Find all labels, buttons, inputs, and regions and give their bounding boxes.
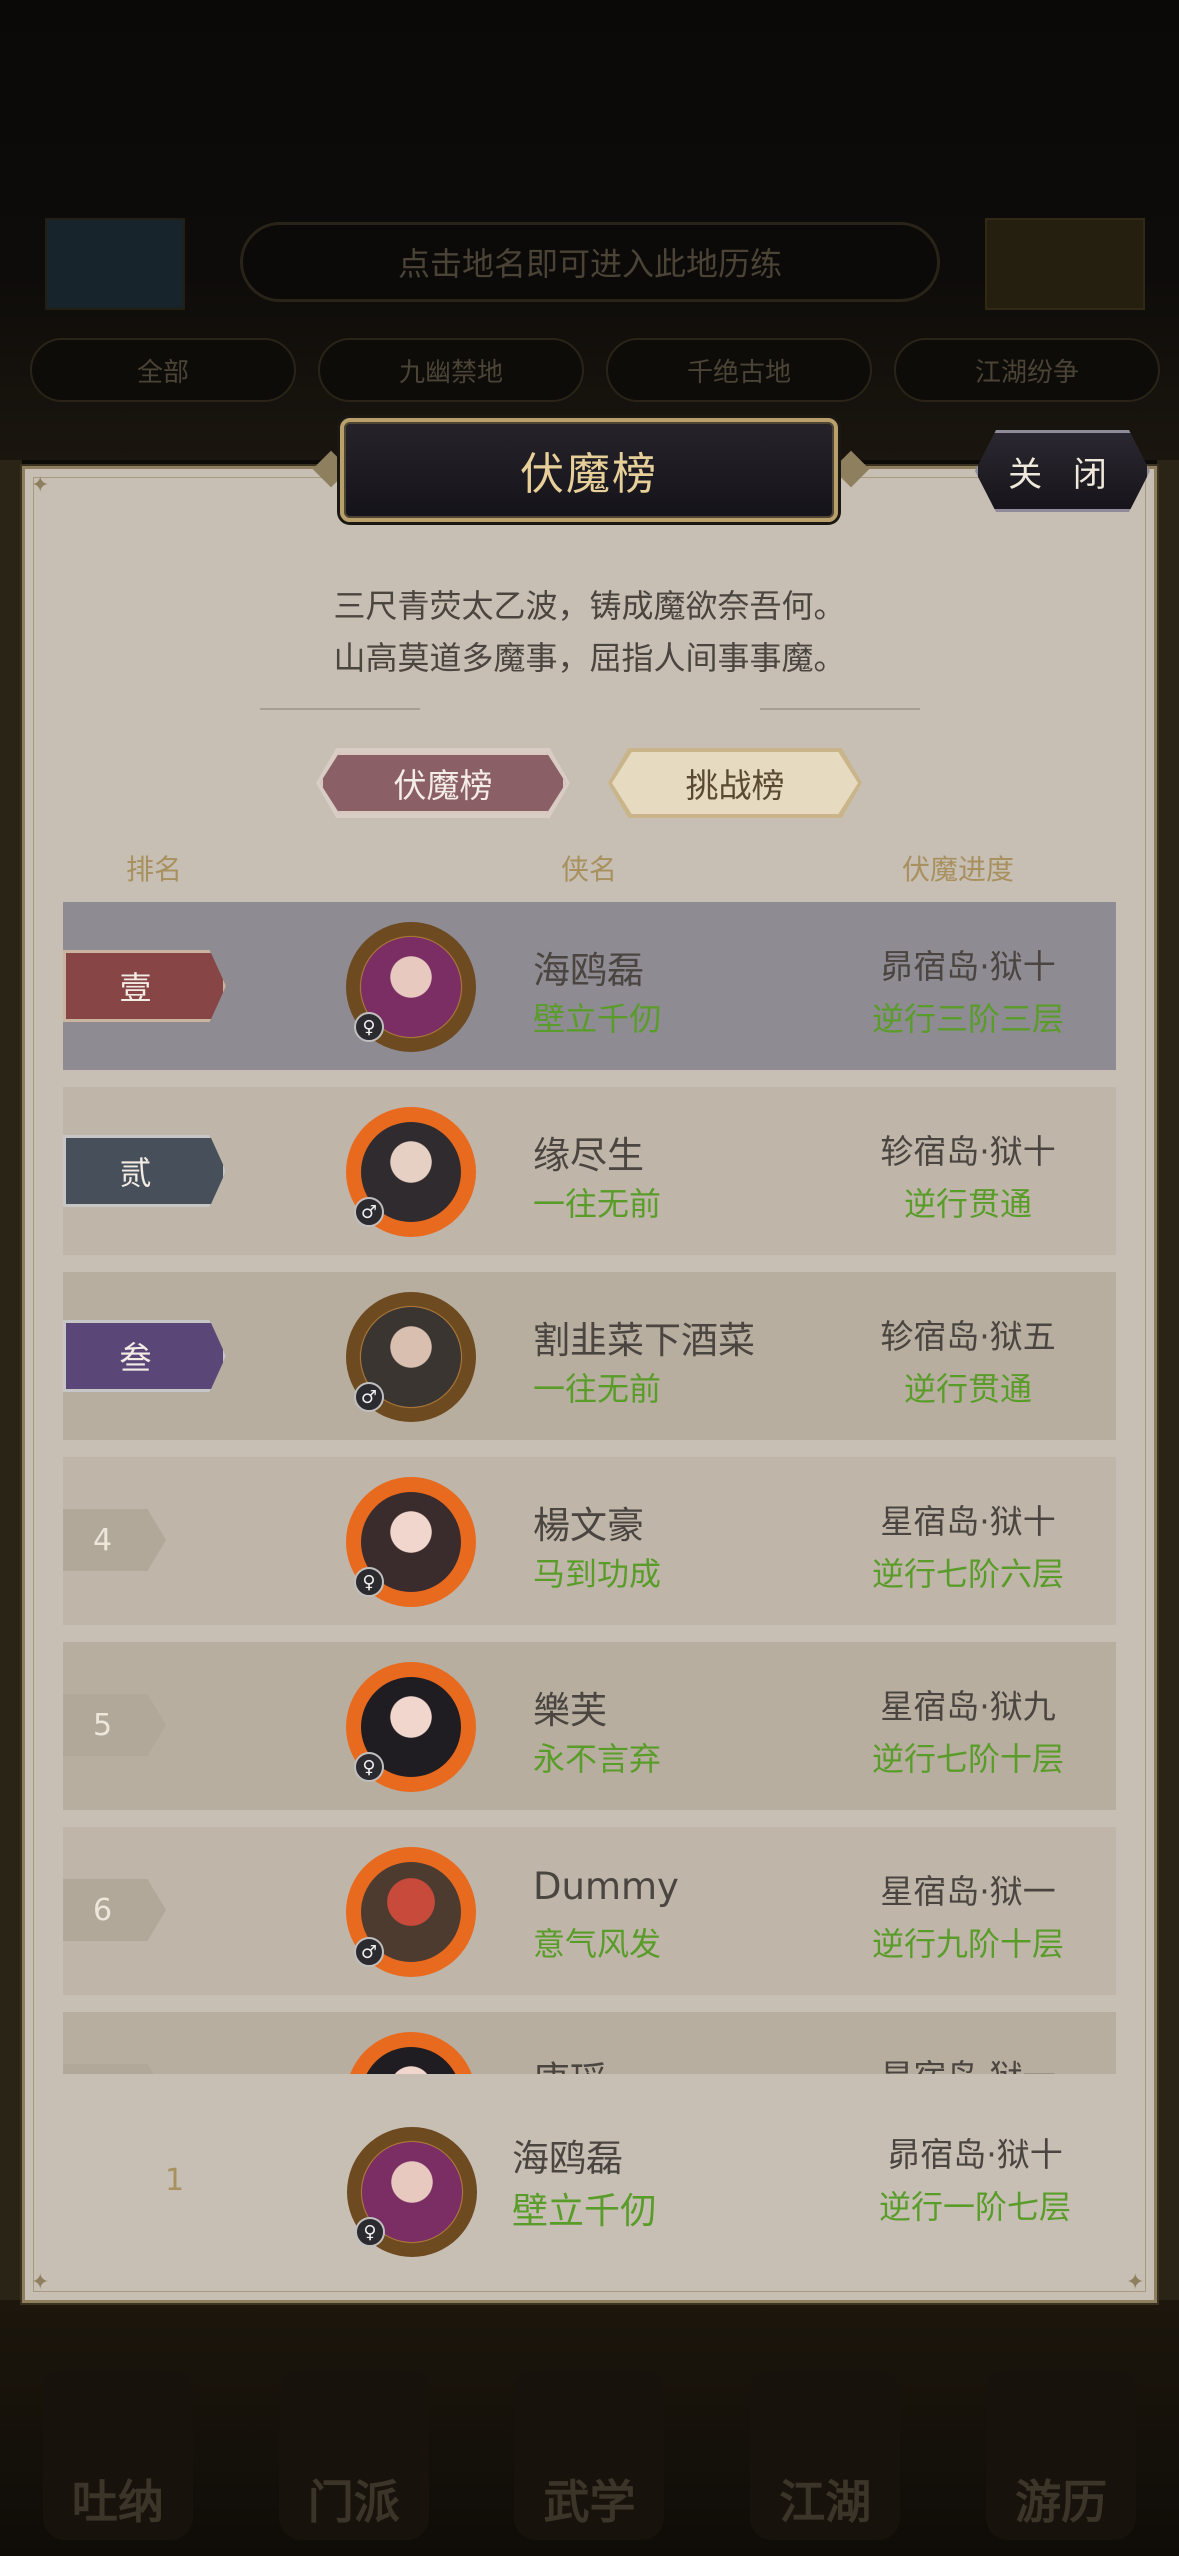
poem: 三尺青荧太乙波，铸成魔欲奈吾何。 山高莫道多魔事，屈指人间事事魔。 [0,580,1179,684]
divider [260,708,420,710]
leaderboard-row[interactable]: 叁 ♂ 割韭菜下酒菜 一往无前 轸宿岛·狱五 逆行贯通 [63,1272,1116,1440]
poem-line-2: 山高莫道多魔事，屈指人间事事魔。 [333,639,846,677]
leaderboard-row[interactable]: 贰 ♂ 缘尽生 一往无前 轸宿岛·狱十 逆行贯通 [63,1087,1116,1255]
progress-location: 轸宿岛·狱十 [880,1132,1056,1171]
poem-line-1: 三尺青荧太乙波，铸成魔欲奈吾何。 [333,587,846,625]
leaderboard-row[interactable]: 5 ♀ 樂芙 永不言弃 星宿岛·狱九 逆行七阶十层 [63,1642,1116,1810]
progress-location: 星宿岛·狱九 [880,1687,1056,1726]
my-avatar[interactable]: ♀ [347,2127,477,2257]
player-name: 割韭菜下酒菜 [533,1319,755,1362]
nav-wuxue: 武学 [514,2370,665,2540]
female-icon: ♀ [354,1012,384,1042]
my-progress-location: 昴宿岛·狱十 [887,2135,1063,2174]
background-filter-jiuyou: 九幽禁地 [318,338,584,402]
player-name: 海鸥磊 [533,949,644,992]
player-name: 樂芙 [533,1689,607,1732]
player-title: 壁立千仞 [533,1000,662,1038]
nav-youli: 游历 [986,2370,1137,2540]
leaderboard-row[interactable]: 唐瑶 星宿岛·狱一 [63,2012,1116,2074]
player-name: 楊文豪 [533,1504,644,1547]
close-button[interactable]: 关 闭 [975,430,1150,512]
rank-badge: 叁 [63,1320,226,1392]
my-progress-level: 逆行一阶七层 [878,2188,1071,2226]
leaderboard-row[interactable]: 6 ♂ Dummy 意气风发 星宿岛·狱一 逆行九阶十层 [63,1827,1116,1995]
background-filter-all: 全部 [30,338,296,402]
player-avatar[interactable]: ♀ [346,1662,476,1792]
progress-level: 逆行九阶十层 [871,1925,1064,1963]
male-icon: ♂ [354,1197,384,1227]
dialog-title: 伏魔榜 [340,418,838,522]
progress-level: 逆行七阶六层 [871,1555,1064,1593]
player-avatar[interactable]: ♂ [346,1107,476,1237]
background-nav-bar: 吐纳 门派 武学 江湖 游历 [0,2370,1179,2556]
rank-badge: 壹 [63,950,226,1022]
background-side-left [0,460,22,2310]
my-rank-row: 1 ♀ 海鸥磊 壁立千仞 昴宿岛·狱十 逆行一阶七层 [40,2075,1139,2290]
leaderboard-list[interactable]: 壹 ♀ 海鸥磊 壁立千仞 昴宿岛·狱十 逆行三阶三层 贰 ♂ 缘尽生 一往无前 … [63,902,1116,2074]
avatar-portrait [361,2047,461,2074]
progress-location: 星宿岛·狱一 [880,1872,1056,1911]
dialog-title-text: 伏魔榜 [520,449,658,500]
rank-number: 4 [63,1509,166,1571]
background-filter-jianghu: 江湖纷争 [894,338,1160,402]
male-icon: ♂ [354,1937,384,1967]
player-title: 意气风发 [533,1925,662,1963]
player-name: 唐瑶 [533,2050,607,2074]
player-avatar[interactable]: ♀ [346,1477,476,1607]
progress-location: 星宿岛·狱一 [833,2050,1103,2074]
my-rank-number: 1 [165,2163,185,2198]
male-icon: ♂ [354,1382,384,1412]
column-header-name: 侠名 [561,853,618,886]
player-name: 缘尽生 [533,1134,644,1177]
background-filter-qianjue: 千绝古地 [606,338,872,402]
my-player-name: 海鸥磊 [512,2137,623,2180]
column-header-rank: 排名 [126,853,183,886]
close-button-label: 关 闭 [1008,454,1117,495]
female-icon: ♀ [355,2217,385,2247]
tab-fumo-board[interactable]: 伏魔榜 [320,752,566,814]
player-avatar[interactable]: ♂ [346,1292,476,1422]
column-header-progress: 伏魔进度 [902,853,1015,886]
background-side-right [1157,460,1179,2310]
player-title: 一往无前 [533,1370,662,1408]
player-title: 一往无前 [533,1185,662,1223]
nav-tuna: 吐纳 [42,2370,193,2540]
progress-level: 逆行三阶三层 [871,1000,1064,1038]
corner-ornament-icon: ✦ [31,473,50,498]
rank-number: 6 [63,1879,166,1941]
my-player-title: 壁立千仞 [512,2191,657,2232]
progress-location: 昴宿岛·狱十 [880,947,1056,986]
leaderboard-row[interactable]: 壹 ♀ 海鸥磊 壁立千仞 昴宿岛·狱十 逆行三阶三层 [63,902,1116,1070]
progress-level: 逆行七阶十层 [871,1740,1064,1778]
player-name: Dummy [533,1865,679,1908]
player-title: 马到功成 [533,1555,662,1593]
background-filter-bar: 全部 九幽禁地 千绝古地 江湖纷争 [30,338,1160,402]
background-banner-left [45,218,185,310]
progress-location: 星宿岛·狱十 [880,1502,1056,1541]
nav-menpai: 门派 [278,2370,429,2540]
leaderboard-row[interactable]: 4 ♀ 楊文豪 马到功成 星宿岛·狱十 逆行七阶六层 [63,1457,1116,1625]
player-title: 永不言弃 [533,1740,662,1778]
tab-challenge-board[interactable]: 挑战榜 [612,752,858,814]
player-avatar[interactable]: ♂ [346,1847,476,1977]
female-icon: ♀ [354,1567,384,1597]
divider [760,708,920,710]
rank-number [63,2064,166,2074]
background-banner-right [985,218,1145,310]
rank-number: 5 [63,1694,166,1756]
progress-location: 轸宿岛·狱五 [880,1317,1056,1356]
rank-badge: 贰 [63,1135,226,1207]
background-search-hint: 点击地名即可进入此地历练 [240,222,940,302]
player-avatar[interactable] [346,2032,476,2074]
female-icon: ♀ [354,1752,384,1782]
player-avatar[interactable]: ♀ [346,922,476,1052]
nav-jianghu: 江湖 [750,2370,901,2540]
progress-level: 逆行贯通 [903,1370,1032,1408]
progress-level: 逆行贯通 [903,1185,1032,1223]
